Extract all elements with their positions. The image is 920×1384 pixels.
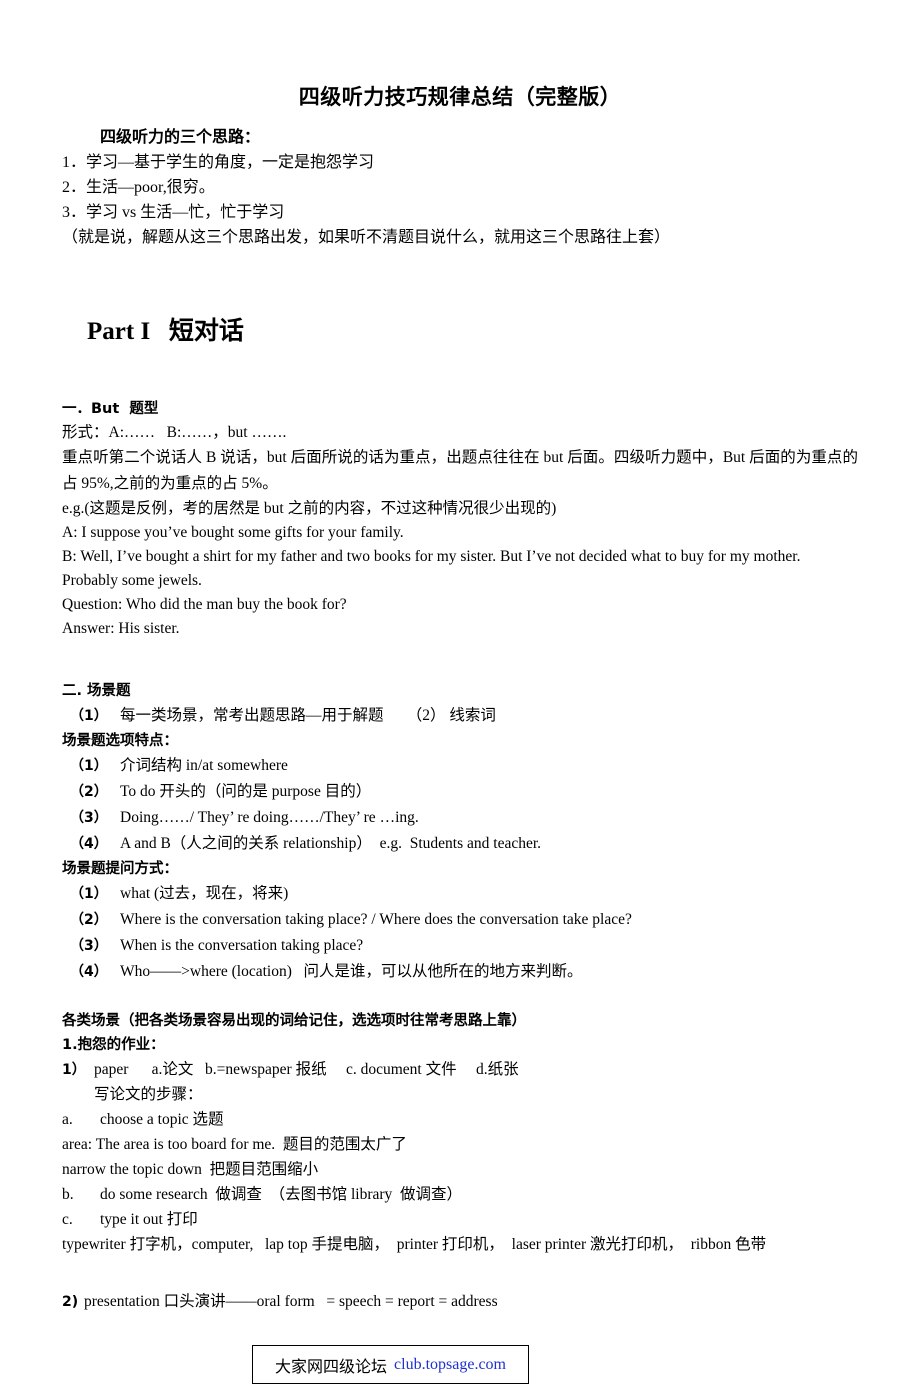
scene-option-2: （2） To do 开头的（问的是 purpose 目的） [62,779,858,805]
scene-option-4: （4） A and B（人之间的关系 relationship） e.g. St… [62,831,858,857]
scene-options-heading: 场景题选项特点： [62,733,178,749]
step-b: b. do some research 做调查 （去图书馆 library 做调… [62,1182,858,1207]
list-item: Doing……/ They’ re doing……/They’ re …ing. [120,809,419,826]
steps-heading: 写论文的步骤： [94,1086,203,1103]
types-item-2: 2) presentation 口头演讲——oral form = speech… [62,1289,858,1315]
step-c: c. type it out 打印 [62,1207,858,1232]
list-marker: c. [62,1211,73,1228]
list-marker: （1） [70,708,108,724]
list-item: 介词结构 in/at somewhere [120,757,288,774]
list-marker: （4） [70,964,108,980]
list-item: Who——>where (location) 问人是谁，可以从他所在的地方来判断… [120,963,583,980]
list-marker: （2） [70,912,108,928]
list-marker: 1） [62,1062,86,1078]
list-marker: （4） [70,836,108,852]
part-label: Part I [87,318,151,345]
types-item-1: 1） paper a.论文 b.=newspaper 报纸 c. documen… [62,1057,858,1083]
list-marker: （3） [70,810,108,826]
scene-ask-heading: 场景题提问方式： [62,861,178,877]
list-item: what (过去，现在，将来) [120,885,289,902]
list-item: type it out 打印 [100,1211,198,1228]
but-answer: Answer: His sister. [62,620,180,637]
list-marker: （1） [70,758,108,774]
scene-ask-4: （4） Who——>where (location) 问人是谁，可以从他所在的地… [62,959,858,985]
list-marker: （2） [70,784,108,800]
list-marker: 2) [62,1294,79,1310]
step-typewriter: typewriter 打字机，computer, lap top 手提电脑， p… [62,1232,858,1257]
but-form-line: 形式：A:…… B:……，but ……. [62,424,287,441]
list-marker: （1） [70,886,108,902]
list-item: choose a topic 选题 [100,1111,224,1128]
scene-types-heading: 各类场景（把各类场景容易出现的词给记住，选选项时往常考思路上靠） [62,1013,526,1029]
list-item: To do 开头的（问的是 purpose 目的） [120,783,372,800]
part-heading: Part I 短对话 [62,280,858,383]
footer-url-link[interactable]: club.topsage.com [394,1356,506,1374]
intro-heading: 四级听力的三个思路： [100,127,261,146]
but-explain: 重点听第二个说话人 B 说话，but 后面所说的话为重点，出题点往往在 but … [62,449,858,492]
scene-option-1: （1） 介词结构 in/at somewhere [62,753,858,779]
list-marker: （3） [70,938,108,954]
scene-types-subheading: 1.抱怨的作业： [62,1037,165,1053]
footer-watermark-box: 大家网四级论坛 club.topsage.com [252,1345,529,1384]
list-item: area: The area is too board for me. 题目的范… [62,1136,407,1153]
list-item: typewriter 打字机，computer, lap top 手提电脑， p… [62,1236,767,1253]
scene-ask-2: （2） Where is the conversation taking pla… [62,907,858,933]
but-dialogue-a: A: I suppose you’ve bought some gifts fo… [62,524,404,541]
list-marker: b. [62,1186,74,1203]
intro-item-2: 2．生活—poor,很穷。 [62,179,215,196]
but-dialogue-b: B: Well, I’ve bought a shirt for my fath… [62,548,801,565]
section-scene-heading: 二. 场景题 [62,683,131,699]
page-title: 四级听力技巧规律总结（完整版） [298,85,622,109]
but-dialogue-b-cont: Probably some jewels. [62,572,202,589]
footer-forum-name: 大家网四级论坛 [275,1356,388,1376]
list-item: 每一类场景，常考出题思路—用于解题 （2） 线索词 [120,707,496,724]
part-title: 短对话 [168,316,244,345]
list-item: do some research 做调查 （去图书馆 library 做调查） [100,1186,463,1203]
scene-ask-1: （1） what (过去，现在，将来) [62,881,858,907]
intro-item-3: 3．学习 vs 生活—忙，忙于学习 [62,204,285,221]
scene-ask-3: （3） When is the conversation taking plac… [62,933,858,959]
list-item: Where is the conversation taking place? … [120,911,632,928]
intro-item-1: 1．学习—基于学生的角度，一定是抱怨学习 [62,154,375,171]
list-item: paper a.论文 b.=newspaper 报纸 c. document 文… [94,1061,519,1078]
scene-intro-row: （1） 每一类场景，常考出题思路—用于解题 （2） 线索词 [62,703,858,729]
section-but-heading: 一．But 题型 [62,401,159,417]
list-item: A and B（人之间的关系 relationship） e.g. Studen… [120,835,542,852]
list-item: When is the conversation taking place? [120,937,364,954]
step-a: a. choose a topic 选题 [62,1107,858,1132]
but-eg-note: e.g.(这题是反例，考的居然是 but 之前的内容，不过这种情况很少出现的) [62,500,557,517]
list-item: narrow the topic down 把题目范围缩小 [62,1161,319,1178]
but-question: Question: Who did the man buy the book f… [62,596,347,613]
document-page: 四级听力技巧规律总结（完整版） 四级听力的三个思路： 1．学习—基于学生的角度，… [0,82,920,1384]
scene-option-3: （3） Doing……/ They’ re doing……/They’ re …… [62,805,858,831]
step-narrow: narrow the topic down 把题目范围缩小 [62,1157,858,1182]
step-area: area: The area is too board for me. 题目的范… [62,1132,858,1157]
intro-note: （就是说，解题从这三个思路出发，如果听不清题目说什么，就用这三个思路往上套） [62,229,671,246]
list-item: presentation 口头演讲——oral form = speech = … [84,1293,498,1310]
list-marker: a. [62,1111,73,1128]
